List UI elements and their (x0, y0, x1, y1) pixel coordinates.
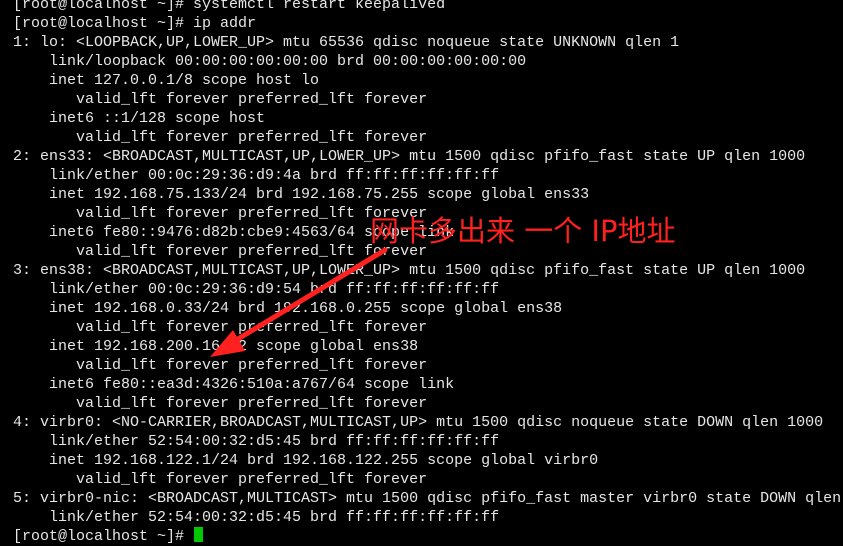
annotation-arrow-icon (210, 247, 388, 357)
